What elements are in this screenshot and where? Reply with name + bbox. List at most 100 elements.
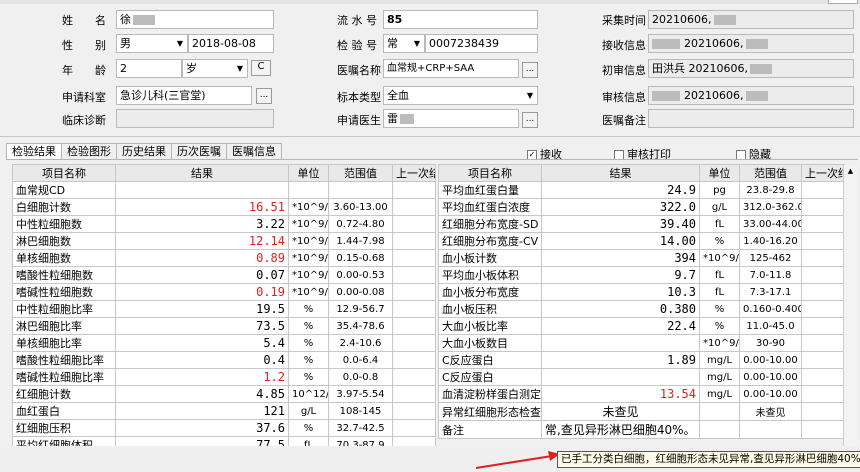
col-header-unit[interactable]: 单位: [288, 164, 329, 182]
gender-select[interactable]: 男 ▼: [116, 34, 188, 53]
result-cell[interactable]: 394: [541, 249, 700, 267]
table-row[interactable]: 淋巴细胞比率 73.5% 35.4-78.6: [12, 317, 436, 335]
result-cell[interactable]: 322.0: [541, 198, 700, 216]
result-cell[interactable]: 0.89: [115, 249, 289, 267]
table-row[interactable]: 备注 常,查见异形淋巴细胞40%。: [438, 420, 845, 439]
result-cell[interactable]: 24.9: [541, 181, 700, 199]
result-cell[interactable]: 1.2: [115, 368, 289, 386]
col-header-previous[interactable]: 上一次结: [801, 164, 845, 182]
dept-picker-button[interactable]: ...: [256, 88, 272, 104]
birthdate-field[interactable]: 2018-08-08: [188, 34, 274, 53]
table-row[interactable]: C反应蛋白 mg/L 0.00-10.00: [438, 368, 845, 386]
tab-past-orders[interactable]: 历次医嘱: [171, 143, 227, 159]
table-row[interactable]: 红细胞计数 4.85 10^12/3.97-5.54: [12, 385, 436, 403]
result-cell[interactable]: 121: [115, 402, 289, 420]
result-cell[interactable]: 3.22: [115, 215, 289, 233]
table-row[interactable]: 血小板计数394*10^9/L125-462: [438, 249, 845, 267]
result-cell[interactable]: 4.85: [115, 385, 289, 403]
result-cell[interactable]: [541, 334, 700, 352]
scroll-up-icon[interactable]: ▲: [844, 165, 857, 177]
table-row[interactable]: 红细胞压积 37.6% 32.7-42.5: [12, 419, 436, 437]
tab-order-info[interactable]: 医嘱信息: [226, 143, 282, 159]
result-cell[interactable]: 1.89: [541, 351, 700, 369]
table-row[interactable]: 嗜碱性粒细胞数0.19*10^9/L0.00-0.08: [12, 283, 436, 301]
col-header-range[interactable]: 范围值: [739, 164, 802, 182]
name-cell: 平均血红蛋白量: [438, 181, 542, 199]
name-input[interactable]: 徐: [116, 10, 274, 29]
table-row[interactable]: 白细胞计数16.51*10^9/L3.60-13.00: [12, 198, 436, 216]
table-row[interactable]: 平均血小板体积 9.7 fL 7.0-11.8: [438, 266, 845, 284]
table-row[interactable]: 血小板压积 0.380% 0.160-0.400: [438, 300, 845, 318]
table-row[interactable]: 中性粒细胞数3.22*10^9/L0.72-4.80: [12, 215, 436, 233]
order-picker-button[interactable]: ...: [522, 62, 538, 78]
result-cell[interactable]: 37.6: [115, 419, 289, 437]
table-row[interactable]: 嗜碱性粒细胞比率 1.2% 0.0-0.8: [12, 368, 436, 386]
tab-graphs[interactable]: 检验图形: [61, 143, 117, 159]
serial-input[interactable]: 85: [383, 10, 538, 29]
unit-cell: fL: [699, 283, 740, 301]
table-row[interactable]: 红细胞分布宽度-SD 39.40 fL 33.00-44.00: [438, 215, 845, 233]
doctor-picker-button[interactable]: ...: [522, 112, 538, 128]
result-cell[interactable]: 12.14: [115, 232, 289, 250]
col-header-name[interactable]: 项目名称: [12, 164, 116, 182]
result-cell[interactable]: 22.4: [541, 317, 700, 335]
col-header-result[interactable]: 结果: [115, 164, 289, 182]
table-row[interactable]: 淋巴细胞数12.14*10^9/L1.44-7.98: [12, 232, 436, 250]
table-row[interactable]: 血红蛋白 121 g/L 108-145: [12, 402, 436, 420]
table-row[interactable]: 血小板分布宽度 10.3 fL 7.3-17.1: [438, 283, 845, 301]
name-cell: 中性粒细胞比率: [12, 300, 116, 318]
vertical-scrollbar[interactable]: ▲: [843, 165, 857, 455]
col-header-result[interactable]: 结果: [541, 164, 700, 182]
result-cell[interactable]: 0.4: [115, 351, 289, 369]
result-cell[interactable]: 19.5: [115, 300, 289, 318]
result-cell[interactable]: 73.5: [115, 317, 289, 335]
col-header-previous[interactable]: 上一次结: [392, 164, 436, 182]
table-row[interactable]: 单核细胞数0.89*10^9/L0.15-0.68: [12, 249, 436, 267]
tab-results[interactable]: 检验结果: [6, 143, 62, 159]
doctor-input[interactable]: 雷: [383, 109, 519, 128]
table-row[interactable]: 中性粒细胞比率 19.5% 12.9-56.7: [12, 300, 436, 318]
result-cell[interactable]: 未查见: [541, 402, 700, 421]
result-cell[interactable]: 0.19: [115, 283, 289, 301]
result-cell[interactable]: 0.380: [541, 300, 700, 318]
result-cell[interactable]: 常,查见异形淋巴细胞40%。: [541, 420, 700, 439]
age-unit-select[interactable]: 岁 ▼: [182, 59, 248, 78]
table-row[interactable]: 血常规CD: [12, 181, 436, 199]
dept-input[interactable]: 急诊儿科(三官堂): [116, 86, 252, 105]
result-cell[interactable]: [115, 181, 289, 199]
result-cell[interactable]: 10.3: [541, 283, 700, 301]
result-cell[interactable]: 16.51: [115, 198, 289, 216]
col-header-name[interactable]: 项目名称: [438, 164, 542, 182]
table-row[interactable]: 异常红细胞形态检查 未查见 未查见: [438, 402, 845, 421]
result-cell[interactable]: [541, 368, 700, 386]
table-row[interactable]: 单核细胞比率 5.4% 2.4-10.6: [12, 334, 436, 352]
result-cell[interactable]: 5.4: [115, 334, 289, 352]
table-row[interactable]: 平均血红蛋白量 24.9 pg 23.8-29.8: [438, 181, 845, 199]
test-type-select[interactable]: 常 ▼: [383, 34, 425, 53]
diagnosis-input[interactable]: [116, 109, 274, 128]
col-header-unit[interactable]: 单位: [699, 164, 740, 182]
result-cell[interactable]: 0.07: [115, 266, 289, 284]
age-c-button[interactable]: C: [251, 60, 271, 76]
table-row[interactable]: 嗜酸性粒细胞比率 0.4% 0.0-6.4: [12, 351, 436, 369]
table-row[interactable]: 大血小板比率 22.4% 11.0-45.0: [438, 317, 845, 335]
name-cell: 红细胞压积: [12, 419, 116, 437]
table-row[interactable]: C反应蛋白 1.89 mg/L 0.00-10.00: [438, 351, 845, 369]
tab-history[interactable]: 历史结果: [116, 143, 172, 159]
table-row[interactable]: 大血小板数目 *10^9/L30-90: [438, 334, 845, 352]
name-cell: 红细胞计数: [12, 385, 116, 403]
result-cell[interactable]: 14.00: [541, 232, 700, 250]
table-row[interactable]: 血清淀粉样蛋白测定 13.54 mg/L 0.00-10.00: [438, 385, 845, 403]
specimen-select[interactable]: 全血 ▼: [383, 86, 538, 105]
test-no-input[interactable]: 0007238439: [425, 34, 538, 53]
order-input[interactable]: 血常规+CRP+SAA: [383, 59, 519, 78]
col-header-range[interactable]: 范围值: [328, 164, 393, 182]
table-row[interactable]: 平均血红蛋白浓度 322.0 g/L 312.0-362.0: [438, 198, 845, 216]
review-field: 20210606,: [648, 86, 854, 105]
result-cell[interactable]: 9.7: [541, 266, 700, 284]
age-input[interactable]: 2: [116, 59, 182, 78]
table-row[interactable]: 嗜酸性粒细胞数0.07*10^9/L0.00-0.53: [12, 266, 436, 284]
result-cell[interactable]: 13.54: [541, 385, 700, 403]
table-row[interactable]: 红细胞分布宽度-CV 14.00% 1.40-16.20: [438, 232, 845, 250]
result-cell[interactable]: 39.40: [541, 215, 700, 233]
